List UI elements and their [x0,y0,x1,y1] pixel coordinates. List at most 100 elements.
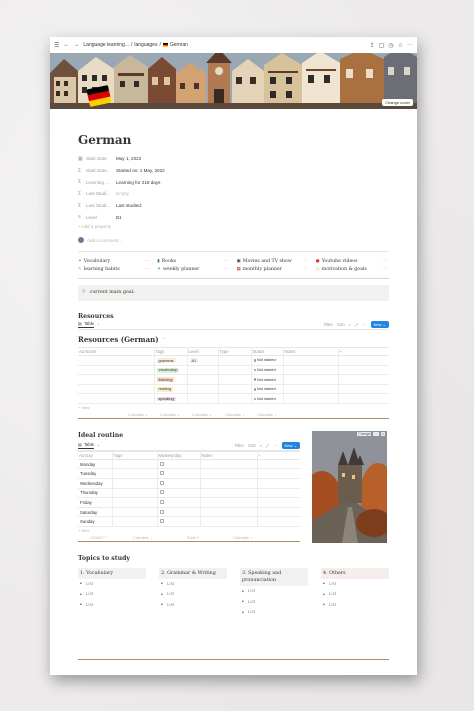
link-learning-habits[interactable]: ✎ learning habits ··· [78,266,151,275]
mastery-checkbox[interactable] [157,516,201,528]
expand-icon[interactable]: ⤢ [266,443,269,448]
topic-title[interactable]: 4. Others [321,567,389,580]
forward-arrow-icon[interactable]: → [73,42,79,48]
link-label[interactable]: learning habits [84,267,120,272]
cell-type[interactable] [218,374,252,385]
list-item[interactable]: • List [159,590,227,601]
property-value[interactable]: Last studied: [116,203,142,208]
cell-status[interactable]: Not started [251,374,284,385]
cell-status[interactable]: Not started [251,355,284,366]
sum-summary[interactable]: SUM 0 [187,536,233,540]
more-icon[interactable]: ··· [383,259,389,264]
property-learning-days[interactable]: Σ Learning ... Learning for 218 days [78,176,389,188]
list-item-text[interactable]: List [329,603,336,608]
list-item[interactable]: • List [240,586,308,597]
cell-day[interactable]: Sunday [78,516,113,528]
new-button[interactable]: New ⌄ [281,441,300,449]
list-item[interactable]: • List [240,597,308,608]
cell-level[interactable]: A1 [187,355,219,366]
add-column-button[interactable]: + [257,450,300,460]
column-header-status[interactable]: Status [251,346,284,356]
cell-level[interactable] [187,384,219,395]
table-row[interactable]: speaking Not started [78,393,389,404]
link-movies[interactable]: ▣ Movies and TV show ··· [237,257,310,266]
share-icon[interactable]: ⇪ [370,42,375,49]
new-row-button[interactable]: + New [78,527,300,534]
cell-name[interactable] [78,393,155,404]
cell-name[interactable] [78,374,155,385]
cell-notes[interactable] [283,374,339,385]
cell-day[interactable]: Thursday [78,488,113,499]
table-row[interactable]: Tuesday [78,468,300,480]
cell-notes[interactable] [283,393,339,404]
list-item-text[interactable]: List [86,592,93,597]
tab-table-view[interactable]: ▤ Table [78,442,94,449]
table-row[interactable]: vocabulary Not started [78,365,389,376]
property-value[interactable]: May 1, 2022 [116,156,141,161]
link-label[interactable]: Youtube videos [322,259,358,264]
database-title[interactable]: Resources (German) ··· [78,335,389,344]
table-row[interactable]: grammar A1 Not started [78,355,389,366]
link-label[interactable]: Books [162,259,176,264]
cell-status[interactable]: Not started [251,365,284,376]
back-arrow-icon[interactable]: ← [63,42,69,48]
list-item-text[interactable]: List [167,592,174,597]
column-header-notes[interactable]: Notes [283,346,339,356]
property-start-date[interactable]: ▦ Start Date May 1, 2022 [78,153,389,165]
sort-button[interactable]: Sort [248,443,256,448]
calculate-button[interactable]: Calculate ⌄ [257,412,277,417]
search-icon[interactable]: ⌕ [260,443,262,448]
link-label[interactable]: Movies and TV show [243,259,292,264]
calculate-button[interactable]: Calculate ⌄ [233,535,253,540]
cell-name[interactable] [78,365,155,376]
add-view-icon[interactable]: + [97,322,99,327]
list-item-text[interactable]: List [248,589,255,594]
calculate-button[interactable]: Calculate ⌄ [160,412,192,417]
list-item[interactable]: • List [159,600,227,611]
topic-title[interactable]: 1. Vocabulary [78,567,146,580]
cell-day[interactable]: Friday [78,497,113,508]
more-icon[interactable]: ··· [273,443,277,448]
cell-tags[interactable]: listening [154,374,188,385]
link-weekly-planner[interactable]: ⚭ weekly planner ··· [157,266,230,275]
cell-tags[interactable]: reading [154,384,188,395]
list-item-text[interactable]: List [248,610,255,615]
table-row[interactable]: listening Not started [78,374,389,385]
column-header-mastery[interactable]: Mastery/day [157,450,201,460]
expand-icon[interactable]: ⤢ [355,322,358,327]
cell-level[interactable] [187,374,219,385]
mastery-checkbox[interactable] [157,468,201,480]
cell-status[interactable]: Not started [251,393,284,404]
column-header-notes[interactable]: Notes [200,450,258,460]
property-last-studied-1[interactable]: Σ Last Studi... Empty [78,188,389,200]
more-icon[interactable]: ··· [362,322,366,327]
cell-day[interactable]: Monday [78,459,113,470]
breadcrumb-item-german[interactable]: German [170,42,188,48]
cell-type[interactable] [218,384,252,395]
more-icon[interactable]: ··· [224,259,230,264]
more-icon[interactable]: ··· [383,267,389,272]
calculate-button[interactable]: Calculate ⌄ [225,412,257,417]
list-item-text[interactable]: List [329,582,336,587]
cell-level[interactable] [187,393,219,404]
mastery-checkbox[interactable] [157,459,201,470]
property-level[interactable]: ≡ Level B1 [78,211,389,223]
breadcrumb-item-languages[interactable]: languages [134,42,157,48]
cell-notes[interactable] [283,355,339,366]
routine-heading[interactable]: Ideal routine [78,432,300,439]
column-header-tags[interactable]: Tags [154,346,188,356]
cell-level[interactable] [187,365,219,376]
list-item[interactable]: • List [240,607,308,618]
breadcrumb-item-language-learning[interactable]: Language learning... [83,42,129,48]
property-last-studied-2[interactable]: Σ Last Studi... Last studied: [78,200,389,212]
database-title-text[interactable]: Resources (German) [78,335,159,344]
calculate-button[interactable]: Calculate ⌄ [192,412,225,417]
property-value[interactable]: Empty [116,191,129,196]
cell-name[interactable] [78,384,155,395]
topics-heading[interactable]: Topics to study [78,555,389,562]
list-item-text[interactable]: List [167,582,174,587]
change-image-button[interactable]: Change [357,431,372,436]
goal-callout-text[interactable]: current main goal: [90,290,135,295]
mastery-checkbox[interactable] [157,497,201,508]
clock-icon[interactable]: ◷ [388,42,393,49]
